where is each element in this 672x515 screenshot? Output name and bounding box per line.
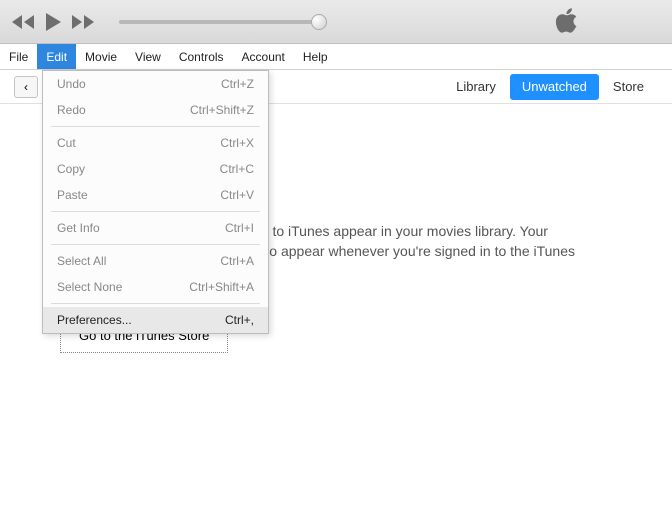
menu-separator (51, 244, 260, 245)
menu-item-shortcut: Ctrl+X (220, 136, 254, 150)
menu-bar: FileEditMovieViewControlsAccountHelp (0, 44, 672, 70)
menu-controls[interactable]: Controls (170, 44, 233, 69)
menu-item-cut[interactable]: Cut Ctrl+X (43, 130, 268, 156)
menu-item-label: Undo (57, 77, 86, 91)
menu-item-label: Preferences... (57, 313, 132, 327)
menu-item-label: Get Info (57, 221, 100, 235)
volume-knob[interactable] (311, 14, 327, 30)
menu-item-label: Paste (57, 188, 88, 202)
menu-help[interactable]: Help (294, 44, 337, 69)
menu-item-label: Copy (57, 162, 85, 176)
tab-library[interactable]: Library (442, 70, 510, 103)
menu-item-shortcut: Ctrl+V (220, 188, 254, 202)
play-icon[interactable] (42, 11, 64, 33)
menu-file[interactable]: File (0, 44, 37, 69)
menu-movie[interactable]: Movie (76, 44, 126, 69)
menu-account[interactable]: Account (233, 44, 294, 69)
edit-menu-dropdown: UndoCtrl+ZRedoCtrl+Shift+ZCutCtrl+XCopyC… (42, 70, 269, 334)
playback-toolbar (0, 0, 672, 44)
menu-item-shortcut: Ctrl+Z (221, 77, 254, 91)
previous-icon[interactable] (10, 13, 36, 31)
menu-separator (51, 303, 260, 304)
menu-item-shortcut: Ctrl+Shift+A (189, 280, 254, 294)
next-icon[interactable] (70, 13, 96, 31)
chevron-left-icon: ‹ (24, 80, 28, 94)
menu-item-select-all[interactable]: Select All Ctrl+A (43, 248, 268, 274)
menu-separator (51, 211, 260, 212)
playback-controls (10, 11, 96, 33)
menu-item-get-info[interactable]: Get Info Ctrl+I (43, 215, 268, 241)
tab-unwatched[interactable]: Unwatched (510, 74, 599, 100)
menu-item-label: Cut (57, 136, 76, 150)
menu-item-label: Redo (57, 103, 86, 117)
menu-item-shortcut: Ctrl+I (225, 221, 254, 235)
menu-item-select-none[interactable]: Select None Ctrl+Shift+A (43, 274, 268, 300)
menu-item-shortcut: Ctrl+A (220, 254, 254, 268)
tab-store[interactable]: Store (599, 70, 658, 103)
menu-view[interactable]: View (126, 44, 170, 69)
menu-item-shortcut: Ctrl+Shift+Z (190, 103, 254, 117)
menu-item-paste[interactable]: Paste Ctrl+V (43, 182, 268, 208)
menu-item-label: Select None (57, 280, 122, 294)
menu-item-redo[interactable]: Redo Ctrl+Shift+Z (43, 97, 268, 123)
menu-separator (51, 126, 260, 127)
menu-item-undo[interactable]: Undo Ctrl+Z (43, 71, 268, 97)
menu-item-copy[interactable]: Copy Ctrl+C (43, 156, 268, 182)
volume-slider[interactable] (119, 20, 319, 24)
menu-item-label: Select All (57, 254, 106, 268)
menu-item-preferences[interactable]: Preferences... Ctrl+, (43, 307, 268, 333)
menu-item-shortcut: Ctrl+C (220, 162, 254, 176)
back-button[interactable]: ‹ (14, 76, 38, 98)
menu-edit[interactable]: Edit (37, 44, 76, 69)
menu-item-shortcut: Ctrl+, (225, 313, 254, 327)
apple-logo-icon (555, 8, 581, 41)
